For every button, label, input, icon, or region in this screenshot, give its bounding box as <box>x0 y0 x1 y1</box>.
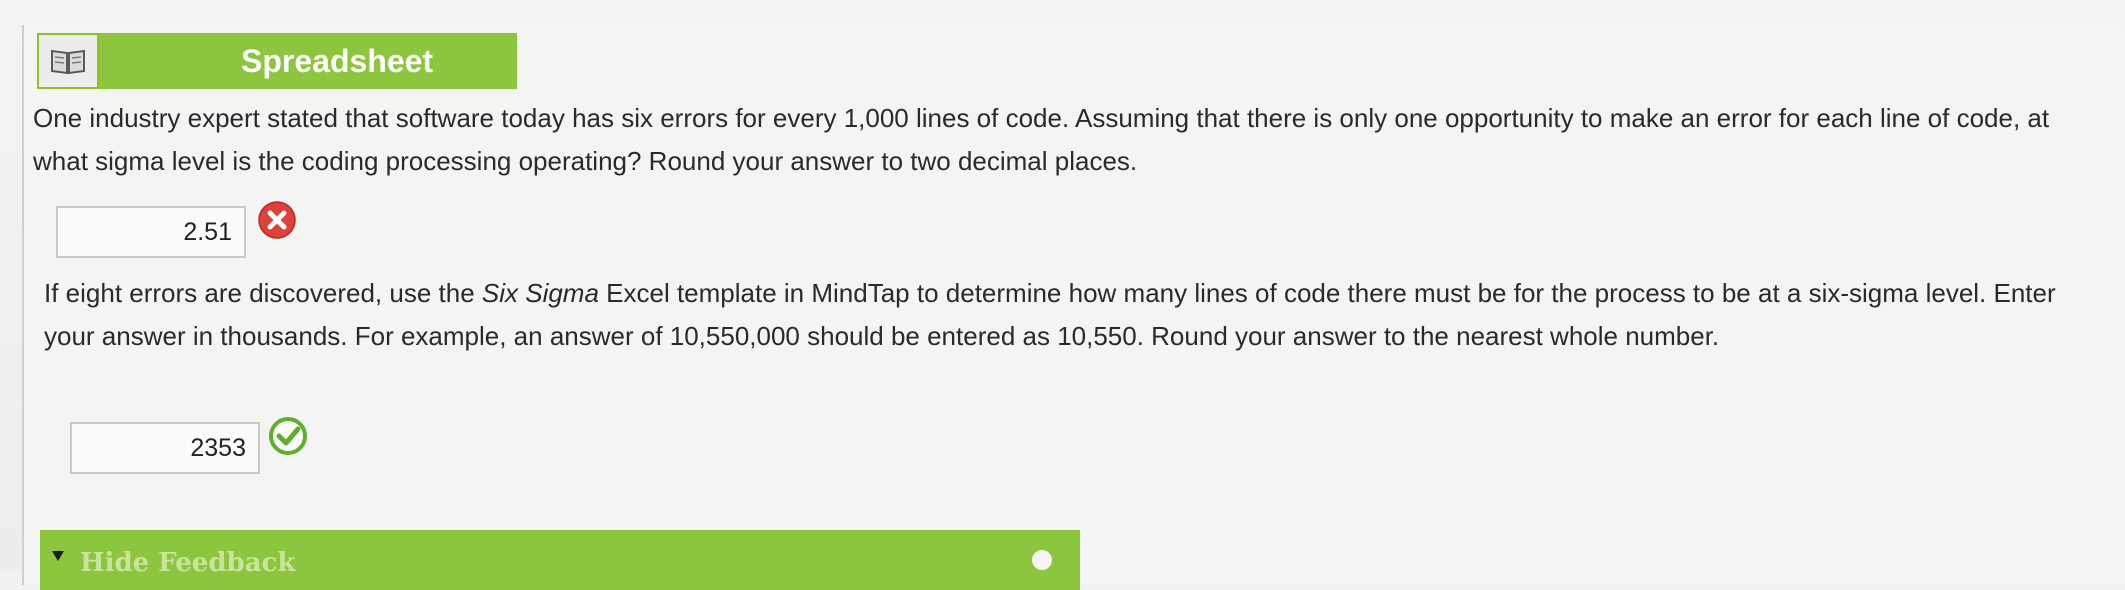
book-icon[interactable] <box>37 33 99 89</box>
edit-circle-icon[interactable] <box>1030 548 1054 572</box>
answer-input-1[interactable]: 2.51 <box>56 206 246 258</box>
check-circle-icon <box>268 416 308 456</box>
x-circle-icon <box>257 200 297 240</box>
answer-input-2[interactable]: 2353 <box>70 422 260 474</box>
question-2-text-italic: Six Sigma <box>481 278 599 308</box>
hide-feedback-label: Hide Feedback <box>80 548 296 578</box>
spreadsheet-header[interactable]: Spreadsheet <box>37 33 517 89</box>
question-2-text: If eight errors are discovered, use the … <box>44 272 2084 358</box>
page: Spreadsheet One industry expert stated t… <box>0 0 2125 590</box>
hide-feedback-toggle[interactable]: Hide Feedback <box>40 548 295 578</box>
question-2-text-before: If eight errors are discovered, use the <box>44 278 482 308</box>
header-title[interactable]: Spreadsheet <box>99 33 517 89</box>
question-1-text: One industry expert stated that software… <box>33 103 2050 176</box>
